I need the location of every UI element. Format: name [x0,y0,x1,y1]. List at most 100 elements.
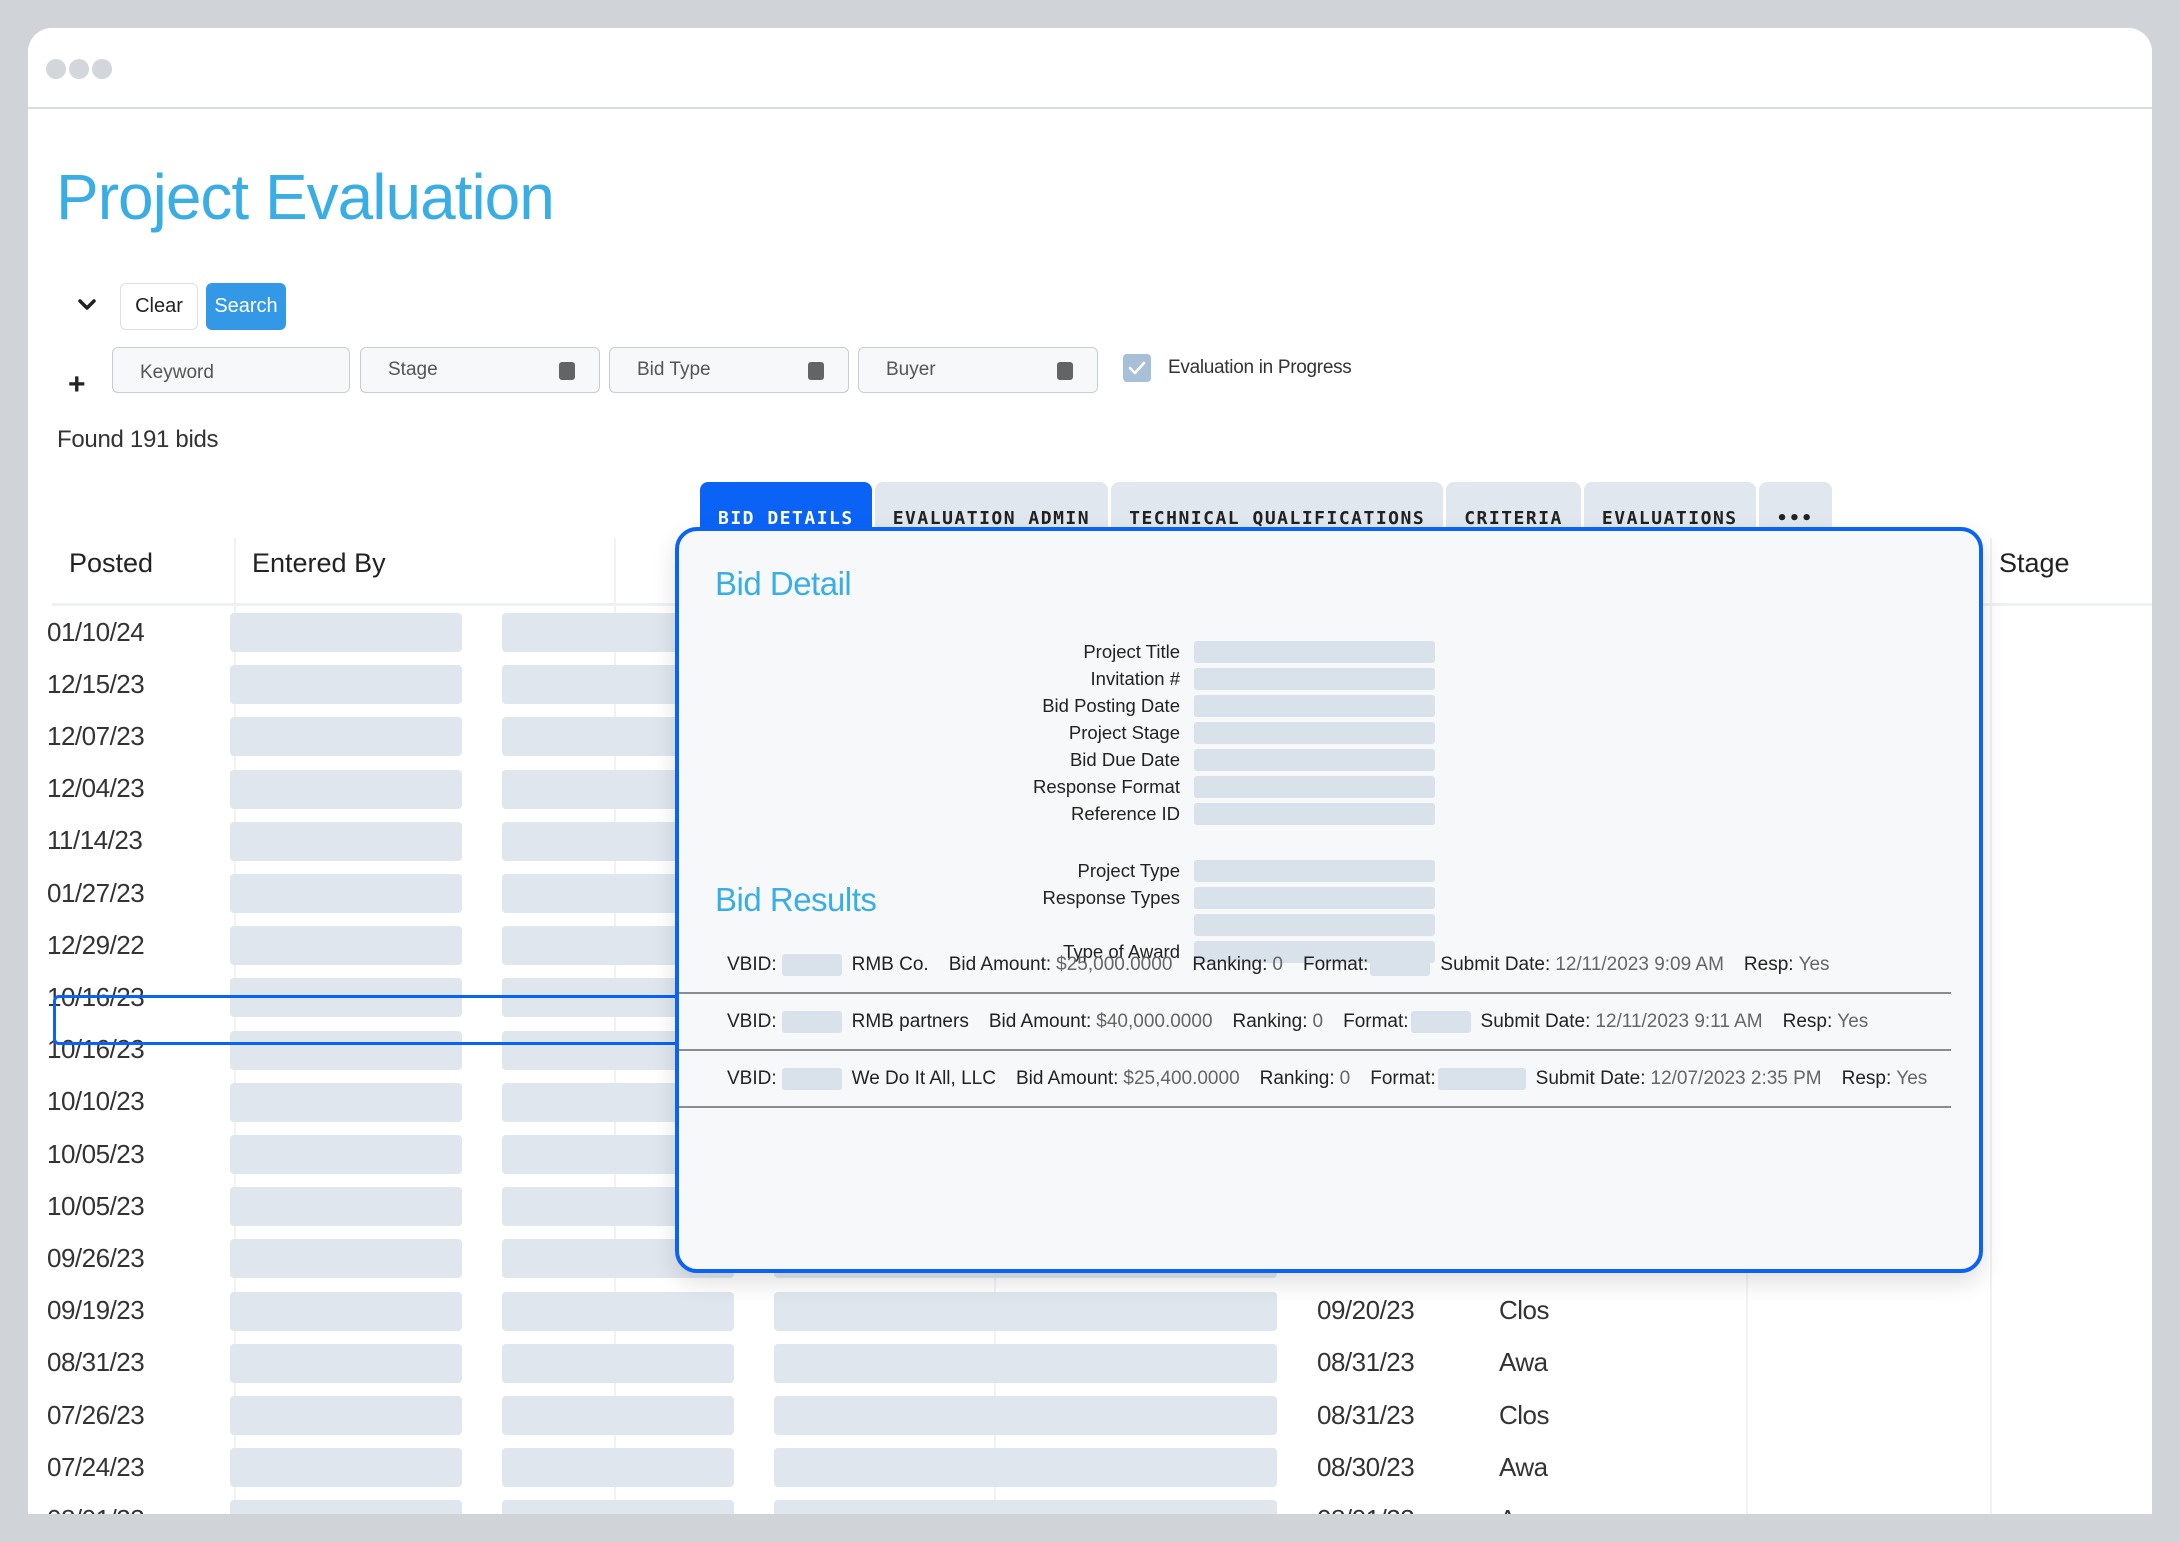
vendor-name: We Do It All, LLC [851,1067,996,1089]
entered-by-placeholder [230,769,462,809]
posted-date: 10/16/23 [47,981,145,1012]
ranking-value: 0 [1312,1010,1324,1032]
clear-button[interactable]: Clear [120,283,198,330]
entered-by-placeholder [230,1500,462,1514]
entered-by-placeholder [230,1343,462,1383]
entered-by-placeholder [230,613,462,652]
entered-by-placeholder [230,1448,462,1488]
detail-field-value [1194,641,1435,663]
vbid-value [781,1010,842,1033]
detail-field-label: Reference ID [1071,803,1180,824]
ranking-label: Ranking: [1259,1067,1335,1089]
window-dot-icon[interactable] [46,59,66,79]
ranking-label: Ranking: [1232,1010,1308,1032]
table-row[interactable]: 07/26/23 08/31/23 Closed [47,1389,2152,1441]
bid-amount-label: Bid Amount: [1015,1067,1119,1089]
search-button[interactable]: Search [206,283,286,330]
buyer-select-label: Buyer [886,359,936,380]
detail-field-value [1194,887,1435,909]
bid-result-row[interactable]: VBID: We Do It All, LLC Bid Amount: $25,400… [679,1051,1951,1108]
resp-value: Yes [1798,953,1830,975]
column-header-stage[interactable]: Stage [1999,523,2070,603]
collapse-chevron-icon[interactable] [72,290,102,320]
vbid-label: VBID: [727,1010,777,1032]
buyer-select[interactable]: Buyer [858,347,1098,393]
entered-by-placeholder [230,717,462,757]
cell-placeholder [502,1396,734,1435]
entered-by-placeholder [230,874,462,913]
posted-date: 12/15/23 [47,668,145,699]
detail-field-label: Response Format [1032,776,1180,797]
detail-field: Project Stage [679,719,1479,746]
title-placeholder [774,1500,1277,1514]
ranking-value: 0 [1339,1067,1351,1089]
stage-select-label: Stage [388,359,438,380]
keyword-input[interactable]: Keyword [112,347,350,393]
resp-label: Resp: [1841,1067,1892,1089]
vbid-value [781,953,842,976]
due-date: 08/30/23 [1317,1451,1415,1482]
checkmark-icon [1128,361,1146,375]
format-label: Format: [1370,1067,1436,1089]
posted-date: 12/07/23 [47,720,145,751]
window-dot-icon[interactable] [69,59,89,79]
detail-field-label: Bid Posting Date [1042,695,1180,716]
bid-result-row[interactable]: VBID: RMB Co. Bid Amount: $25,000.0000 Ranki… [679,937,1951,994]
entered-by-placeholder [230,1239,462,1279]
bid-amount-value: $25,000.0000 [1056,953,1173,975]
submit-date-value: 12/11/2023 9:11 AM [1595,1010,1763,1032]
table-row[interactable]: 08/01/23 08/01/23 Awarded [47,1493,2152,1514]
bid-results-heading: Bid Results [715,881,877,918]
due-date: 08/31/23 [1317,1399,1415,1430]
window-dot-icon[interactable] [92,59,112,79]
column-header-entered-by[interactable]: Entered By [252,523,386,603]
column-header-posted[interactable]: Posted [69,523,153,603]
posted-date: 10/05/23 [47,1138,145,1169]
posted-date: 09/26/23 [47,1242,145,1273]
detail-field-value [1194,776,1435,798]
table-row[interactable]: 07/24/23 08/30/23 Awarded [47,1441,2152,1493]
stage-value: Closed [1499,1295,1549,1326]
table-row[interactable]: 09/19/23 09/20/23 Closed [47,1285,2152,1337]
bid-amount-label: Bid Amount: [988,1010,1092,1032]
posted-date: 10/10/23 [47,1086,145,1117]
due-date: 08/31/23 [1317,1347,1415,1378]
submit-date-value: 12/07/2023 2:35 PM [1650,1067,1822,1089]
title-placeholder [774,1343,1277,1383]
vbid-label: VBID: [727,953,777,975]
format-value [1370,953,1431,976]
detail-field-value [1194,803,1435,825]
posted-date: 10/05/23 [47,1190,145,1221]
submit-date-label: Submit Date: [1480,1010,1591,1032]
bid-type-select[interactable]: Bid Type [609,347,849,393]
stage-select[interactable]: Stage [360,347,600,393]
detail-field-value [1194,914,1435,936]
dropdown-square-icon [1057,362,1073,380]
detail-field: Response Format [679,773,1479,800]
bid-amount-value: $25,400.0000 [1123,1067,1240,1089]
bid-amount-value: $40,000.0000 [1096,1010,1213,1032]
detail-field: Reference ID [679,800,1479,827]
table-row[interactable]: 08/31/23 08/31/23 Awarded [47,1337,2152,1389]
detail-field: Project Type [679,857,1479,884]
posted-date: 07/24/23 [47,1451,145,1482]
bid-result-row[interactable]: VBID: RMB partners Bid Amount: $40,000.0000… [679,994,1951,1051]
resp-label: Resp: [1743,953,1794,975]
stage-value: Awarded [1499,1347,1549,1378]
resp-label: Resp: [1782,1010,1833,1032]
entered-by-placeholder [230,1396,462,1435]
evaluation-in-progress-checkbox[interactable] [1123,354,1151,382]
detail-field-value [1194,749,1435,771]
dropdown-square-icon [808,362,824,380]
detail-field-label: Project Type [1077,860,1181,881]
bid-amount-label: Bid Amount: [948,953,1052,975]
keyword-placeholder: Keyword [140,362,214,383]
detail-field-value [1194,668,1435,690]
title-placeholder [774,1291,1277,1331]
vendor-name: RMB partners [851,1010,969,1032]
submit-date-label: Submit Date: [1535,1067,1646,1089]
bid-detail-panel: Bid Detail Project Title Invitation # Bid … [675,527,1983,1273]
posted-date: 01/27/23 [47,877,145,908]
posted-date: 07/26/23 [47,1399,145,1430]
add-filter-plus-icon[interactable]: + [68,368,86,402]
